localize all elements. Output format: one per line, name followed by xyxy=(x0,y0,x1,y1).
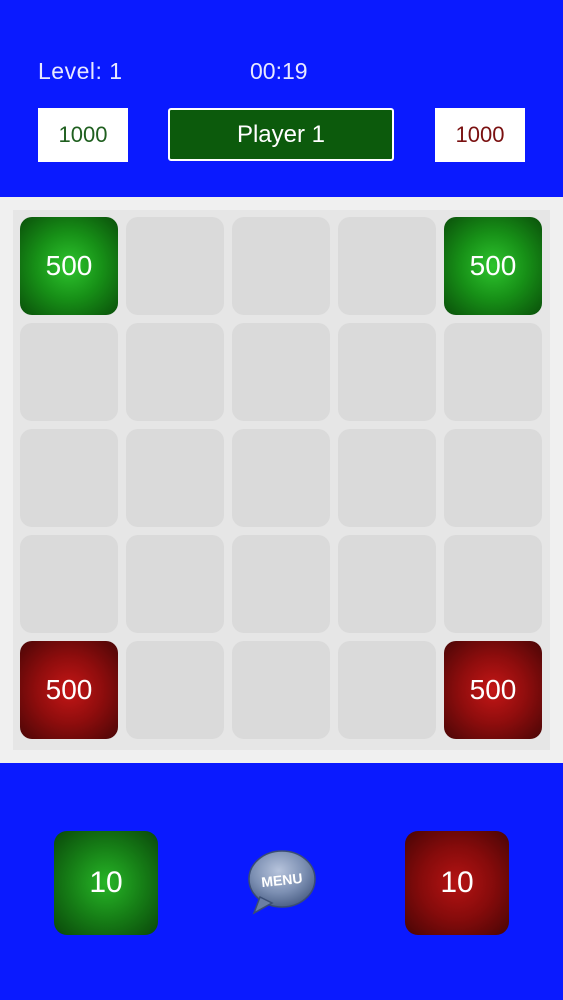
board-cell[interactable] xyxy=(232,323,330,421)
game-board: 500 500 500 500 xyxy=(0,197,563,763)
green-tile-value: 500 xyxy=(45,250,93,281)
board-cell[interactable] xyxy=(126,641,224,739)
red-tile[interactable]: 500 xyxy=(444,641,542,739)
red-tile[interactable]: 500 xyxy=(20,641,118,739)
green-player-tile-value: 10 xyxy=(89,866,123,899)
menu-speech-bubble-icon: MENU xyxy=(248,850,316,915)
board-grid: 500 500 500 500 xyxy=(13,210,550,750)
header-bar: Level: 1 00:19 1000 Player 1 1000 xyxy=(0,0,563,197)
current-player-indicator: Player 1 xyxy=(168,108,394,161)
score-right: 1000 xyxy=(435,108,525,162)
green-tile[interactable]: 500 xyxy=(444,217,542,315)
board-cell[interactable] xyxy=(338,217,436,315)
board-cell[interactable] xyxy=(338,323,436,421)
board-cell[interactable] xyxy=(338,641,436,739)
board-cell[interactable] xyxy=(338,535,436,633)
board-cell[interactable] xyxy=(20,535,118,633)
board-cell[interactable] xyxy=(232,535,330,633)
score-right-value: 1000 xyxy=(455,122,505,147)
board-cell[interactable] xyxy=(232,429,330,527)
board-cell[interactable] xyxy=(126,535,224,633)
green-tile[interactable]: 500 xyxy=(20,217,118,315)
board-cell[interactable] xyxy=(232,217,330,315)
score-left: 1000 xyxy=(38,108,128,162)
board-cell[interactable] xyxy=(126,429,224,527)
red-tile-value: 500 xyxy=(469,674,517,705)
footer-bar: 10 MENU 10 xyxy=(0,763,563,1000)
menu-button[interactable]: MENU xyxy=(246,847,318,919)
board-cell[interactable] xyxy=(126,217,224,315)
score-left-value: 1000 xyxy=(58,122,108,147)
board-cell[interactable] xyxy=(126,323,224,421)
board-cell[interactable] xyxy=(444,323,542,421)
timer: 00:19 xyxy=(250,58,308,84)
board-cell[interactable] xyxy=(20,323,118,421)
green-player-tile[interactable]: 10 xyxy=(54,831,158,935)
green-tile-value: 500 xyxy=(469,250,517,281)
board-cell[interactable] xyxy=(20,429,118,527)
current-player-label: Player 1 xyxy=(236,120,326,148)
level-label: Level: 1 xyxy=(38,58,123,84)
board-cell[interactable] xyxy=(232,641,330,739)
red-player-tile[interactable]: 10 xyxy=(405,831,509,935)
board-cell[interactable] xyxy=(338,429,436,527)
red-player-tile-value: 10 xyxy=(440,866,474,899)
board-cell[interactable] xyxy=(444,535,542,633)
red-tile-value: 500 xyxy=(45,674,93,705)
board-cell[interactable] xyxy=(444,429,542,527)
